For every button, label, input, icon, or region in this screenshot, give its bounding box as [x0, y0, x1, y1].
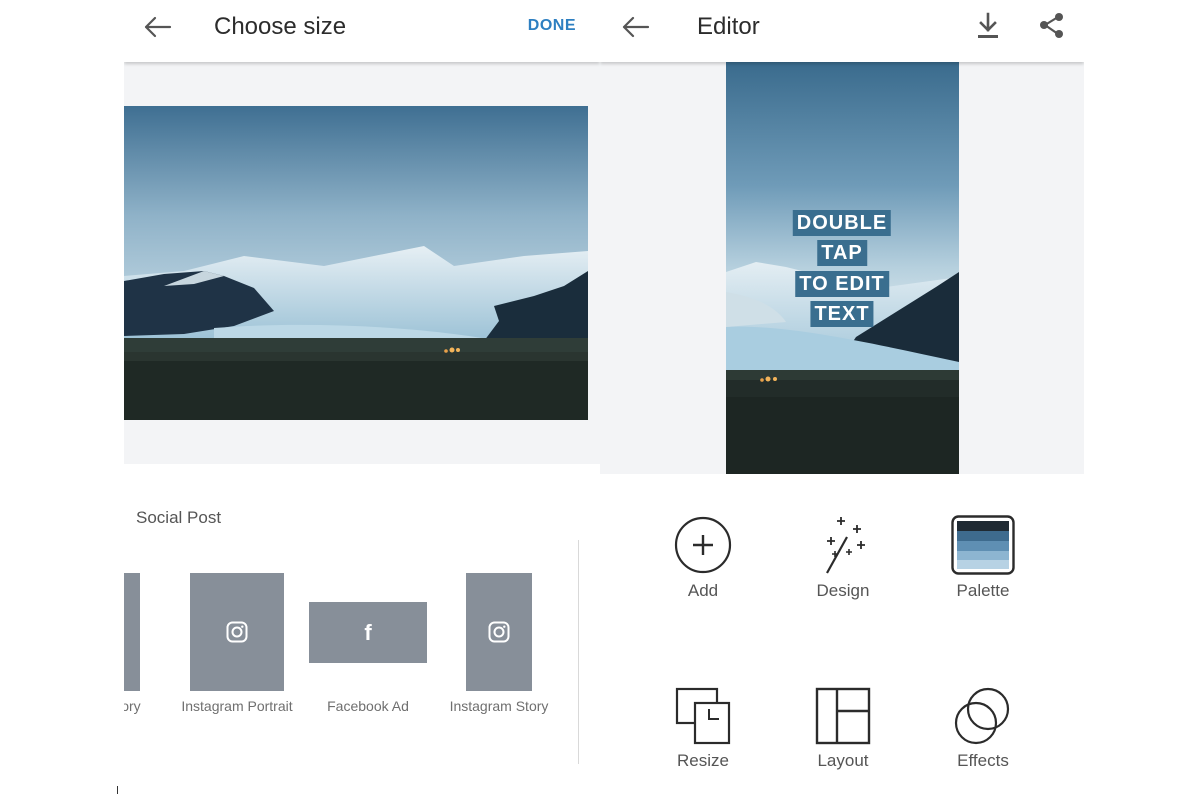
facebook-icon: f — [364, 619, 372, 645]
tool-label: Design — [816, 581, 870, 600]
editor-screen: Editor DOUBLE TAP TO EDIT TEXT Add Desig… — [600, 0, 1084, 800]
back-button[interactable] — [140, 12, 176, 42]
size-option-facebook-ad[interactable]: f — [309, 602, 427, 663]
text-overlay-line[interactable]: DOUBLE — [792, 210, 892, 236]
palette-icon — [951, 515, 1015, 575]
editor-canvas[interactable]: DOUBLE TAP TO EDIT TEXT — [726, 62, 959, 474]
palette-tool-button[interactable]: Palette — [928, 515, 1038, 601]
size-preview-area — [124, 62, 600, 464]
glacier-landscape-image — [124, 106, 588, 420]
effects-icon — [954, 687, 1010, 745]
share-icon — [1040, 13, 1063, 38]
divider — [578, 540, 579, 764]
tool-label: Resize — [677, 751, 729, 770]
editor-top-bar: Editor — [600, 0, 1084, 62]
tool-label: Effects — [957, 751, 1009, 770]
size-option-instagram-story[interactable] — [466, 573, 532, 691]
tool-label: Layout — [817, 751, 869, 770]
resize-icon — [675, 687, 731, 745]
effects-tool-button[interactable]: Effects — [928, 687, 1038, 771]
size-label-instagram-portrait: Instagram Portrait — [181, 698, 293, 714]
add-tool-button[interactable]: Add — [648, 515, 758, 601]
arrow-left-icon — [622, 16, 650, 38]
resize-tool-button[interactable]: Resize — [648, 687, 758, 771]
size-option-story[interactable] — [124, 573, 140, 691]
size-label-story: Story — [124, 698, 141, 714]
layout-tool-button[interactable]: Layout — [788, 687, 898, 771]
plus-circle-icon — [674, 516, 732, 574]
editor-canvas-area: DOUBLE TAP TO EDIT TEXT — [600, 62, 1084, 474]
back-button[interactable] — [618, 12, 654, 42]
section-label: Social Post — [136, 508, 222, 527]
text-overlay-line[interactable]: TEXT — [810, 301, 874, 327]
divider — [117, 786, 118, 794]
size-label-facebook-ad: Facebook Ad — [327, 698, 409, 714]
page-title: Choose size — [214, 13, 347, 40]
glacier-story-image — [726, 62, 959, 474]
instagram-icon — [226, 621, 248, 643]
choose-size-screen: Choose size DONE Social Post ory Instagr… — [124, 0, 600, 800]
design-tool-button[interactable]: Design — [788, 515, 898, 601]
download-icon — [978, 12, 998, 38]
size-label-instagram-story: Instagram Story — [449, 698, 549, 714]
download-button[interactable] — [973, 10, 1003, 42]
page-title: Editor — [697, 13, 760, 40]
layout-icon — [815, 687, 871, 745]
tool-label: Add — [687, 581, 719, 600]
preview-photo — [124, 106, 588, 420]
tool-label: Palette — [956, 581, 1010, 600]
text-overlay-line[interactable]: TO EDIT — [795, 271, 889, 297]
done-button[interactable]: DONE — [528, 17, 576, 35]
choose-size-top-bar: Choose size DONE — [124, 0, 600, 62]
arrow-left-icon — [144, 16, 172, 38]
size-option-instagram-portrait[interactable] — [190, 573, 284, 691]
instagram-icon — [488, 621, 510, 643]
text-overlay-line[interactable]: TAP — [817, 240, 867, 266]
share-button[interactable] — [1037, 10, 1067, 42]
magic-wand-icon — [826, 517, 865, 574]
